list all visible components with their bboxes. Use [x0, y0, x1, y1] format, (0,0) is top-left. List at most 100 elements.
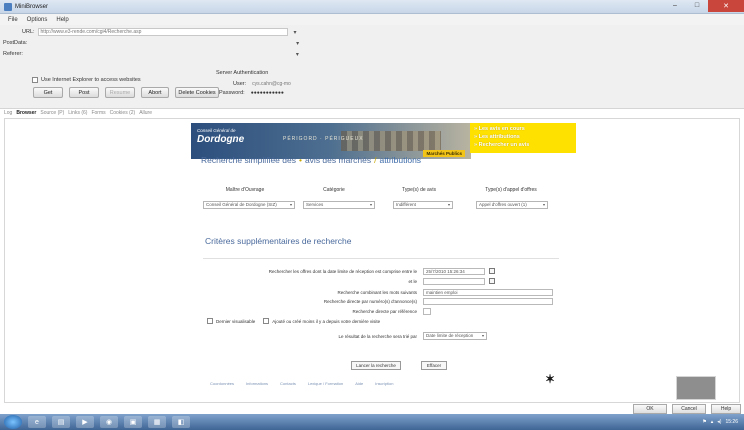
menu-file[interactable]: File: [8, 17, 18, 23]
window-title: MiniBrowser: [15, 3, 49, 10]
footer-link-informations[interactable]: Informations: [246, 381, 268, 386]
taskbar-minibrowser-icon[interactable]: ◧: [172, 416, 190, 428]
cancel-button[interactable]: Cancel: [672, 404, 706, 414]
clock[interactable]: 15:26: [725, 419, 738, 425]
get-button[interactable]: Get: [33, 87, 63, 98]
abort-button[interactable]: Abort: [141, 87, 169, 98]
keywords-input[interactable]: maintien emploi: [423, 289, 553, 296]
title-part-3[interactable]: attributions: [379, 155, 421, 165]
taskbar-folder-icon[interactable]: ▤: [52, 416, 70, 428]
maximize-icon[interactable]: □: [686, 0, 708, 12]
tab-log[interactable]: Log: [4, 110, 12, 116]
title-separator: /: [374, 155, 377, 165]
date-to-input[interactable]: [423, 278, 485, 285]
start-button[interactable]: [4, 415, 22, 429]
select-type-appel-value: Appel d'offres ouvert (1): [479, 202, 527, 207]
criteria-title: Critères supplémentaires de recherche: [205, 236, 352, 246]
url-input[interactable]: http://www.e3-rende.com/cgi4/Recherche.a…: [37, 28, 288, 36]
flag-icon[interactable]: ⚑: [702, 419, 706, 425]
footer-link-contacts[interactable]: Contacts: [280, 381, 296, 386]
clear-button[interactable]: Effacer: [421, 361, 447, 370]
column-type-appel: Type(s) d'appel d'offres: [485, 187, 537, 193]
notice-number-label: Recherche directe par numéro(s) d'annonc…: [323, 299, 417, 304]
password-input[interactable]: ●●●●●●●●●●●: [248, 89, 298, 97]
resume-button[interactable]: Resume: [105, 87, 135, 98]
since-last-visit-label: Ajouté ou créé moins il y a depuis votre…: [272, 318, 381, 324]
help-button[interactable]: Help: [711, 404, 741, 414]
select-type-appel[interactable]: Appel d'offres ouvert (1) ▾: [476, 201, 548, 209]
ie-access-checkbox[interactable]: [32, 77, 38, 83]
network-icon[interactable]: ▴: [711, 419, 714, 425]
select-maitre-ouvrage-value: Conseil Général de Dordogne (SIZ): [206, 202, 277, 207]
user-input[interactable]: cys.cahn@cg-mo: [249, 80, 299, 88]
search-button[interactable]: Lancer la recherche: [351, 361, 401, 370]
volume-icon[interactable]: ◂): [717, 419, 721, 425]
last-visible-label: Dernier visualisable: [216, 318, 256, 324]
notice-number-input[interactable]: [423, 298, 553, 305]
delete-cookies-button[interactable]: Delete Cookies: [175, 87, 219, 98]
request-panel: URL: http://www.e3-rende.com/cgi4/Recher…: [0, 25, 744, 109]
title-part-1: Recherche simplifiée des: [201, 155, 296, 165]
thumbnail-preview: [676, 376, 716, 400]
taskbar-media-icon[interactable]: ▶: [76, 416, 94, 428]
sort-select[interactable]: Date limite de réception ▾: [423, 332, 487, 340]
tab-browser[interactable]: Browser: [16, 110, 36, 116]
title-part-2[interactable]: avis des marchés: [305, 155, 371, 165]
select-type-avis[interactable]: Indifférent ▾: [393, 201, 453, 209]
ok-button[interactable]: OK: [633, 404, 667, 414]
taskbar-chrome-icon[interactable]: ◉: [100, 416, 118, 428]
footer-link-aide[interactable]: Aide: [355, 381, 363, 386]
tab-cookies[interactable]: Cookies (2): [110, 110, 136, 116]
site-banner: Conseil Général de Dordogne PÉRIGORD · P…: [191, 123, 471, 159]
taskbar-app-icon[interactable]: ▣: [124, 416, 142, 428]
calendar-icon[interactable]: [489, 268, 495, 274]
menu-options[interactable]: Options: [27, 17, 48, 23]
banner-tag: Marchés Publics: [423, 150, 465, 157]
taskbar-ie-icon[interactable]: e: [28, 416, 46, 428]
window-controls: – □ ✕: [664, 0, 744, 14]
url-dropdown-icon[interactable]: ▾: [294, 29, 297, 36]
postdata-input[interactable]: [30, 39, 290, 47]
referer-input[interactable]: [26, 50, 290, 58]
banner-domain: PÉRIGORD · PÉRIGUEUX: [283, 136, 364, 142]
date-to-label: et le: [408, 279, 417, 284]
quick-menu-awards[interactable]: Les attributions: [474, 133, 572, 141]
sort-label: Le résultat de la recherche sera trié pa…: [338, 334, 417, 339]
date-from-input[interactable]: 25/7/2010 15:26:34: [423, 268, 485, 275]
ie-access-label: Use Internet Explorer to access websites: [41, 77, 141, 83]
tab-forms[interactable]: Forms: [91, 110, 105, 116]
footer-link-inscription[interactable]: Inscription: [375, 381, 393, 386]
footer-link-coordonnees[interactable]: Coordonnées: [210, 381, 234, 386]
sort-select-value: Date limite de réception: [426, 333, 474, 338]
menu-help[interactable]: Help: [56, 17, 68, 23]
title-separator: •: [298, 155, 302, 165]
close-icon[interactable]: ✕: [708, 0, 744, 12]
site-logo[interactable]: Dordogne: [197, 134, 244, 145]
criteria-form: Rechercher les offres dont la date limit…: [203, 258, 559, 354]
footer-links: Coordonnées Informations Contacts Lexiqu…: [210, 381, 393, 386]
select-categorie-value: Services: [306, 202, 324, 207]
tab-source[interactable]: Source (P): [40, 110, 64, 116]
footer-link-lexique[interactable]: Lexique / Formation: [308, 381, 343, 386]
select-maitre-ouvrage[interactable]: Conseil Général de Dordogne (SIZ) ▾: [203, 201, 295, 209]
referer-label: Referer:: [3, 51, 23, 57]
taskbar-window-icon[interactable]: ▦: [148, 416, 166, 428]
last-visible-checkbox[interactable]: [207, 318, 213, 324]
window-titlebar: MiniBrowser – □ ✕: [0, 0, 744, 14]
date-range-label: Rechercher les offres dont la date limit…: [268, 269, 417, 274]
referer-dropdown-icon[interactable]: ▾: [296, 51, 299, 58]
tab-links[interactable]: Links (6): [68, 110, 87, 116]
quick-menu-search[interactable]: Rechercher un avis: [474, 141, 572, 149]
calendar-icon[interactable]: [489, 278, 495, 284]
reference-input[interactable]: [423, 308, 431, 315]
tab-allure[interactable]: Allure: [139, 110, 152, 116]
post-button[interactable]: Post: [69, 87, 99, 98]
postdata-dropdown-icon[interactable]: ▾: [296, 40, 299, 47]
select-categorie[interactable]: Services ▾: [303, 201, 375, 209]
menu-bar: File Options Help: [0, 14, 744, 25]
minimize-icon[interactable]: –: [664, 0, 686, 12]
quick-menu-current-notices[interactable]: Les avis en cours: [474, 125, 572, 133]
keywords-label: Recherche combinant les mots suivants: [337, 290, 417, 295]
view-tabs: Log Browser Source (P) Links (6) Forms C…: [4, 108, 152, 118]
since-last-visit-checkbox[interactable]: [263, 318, 270, 324]
